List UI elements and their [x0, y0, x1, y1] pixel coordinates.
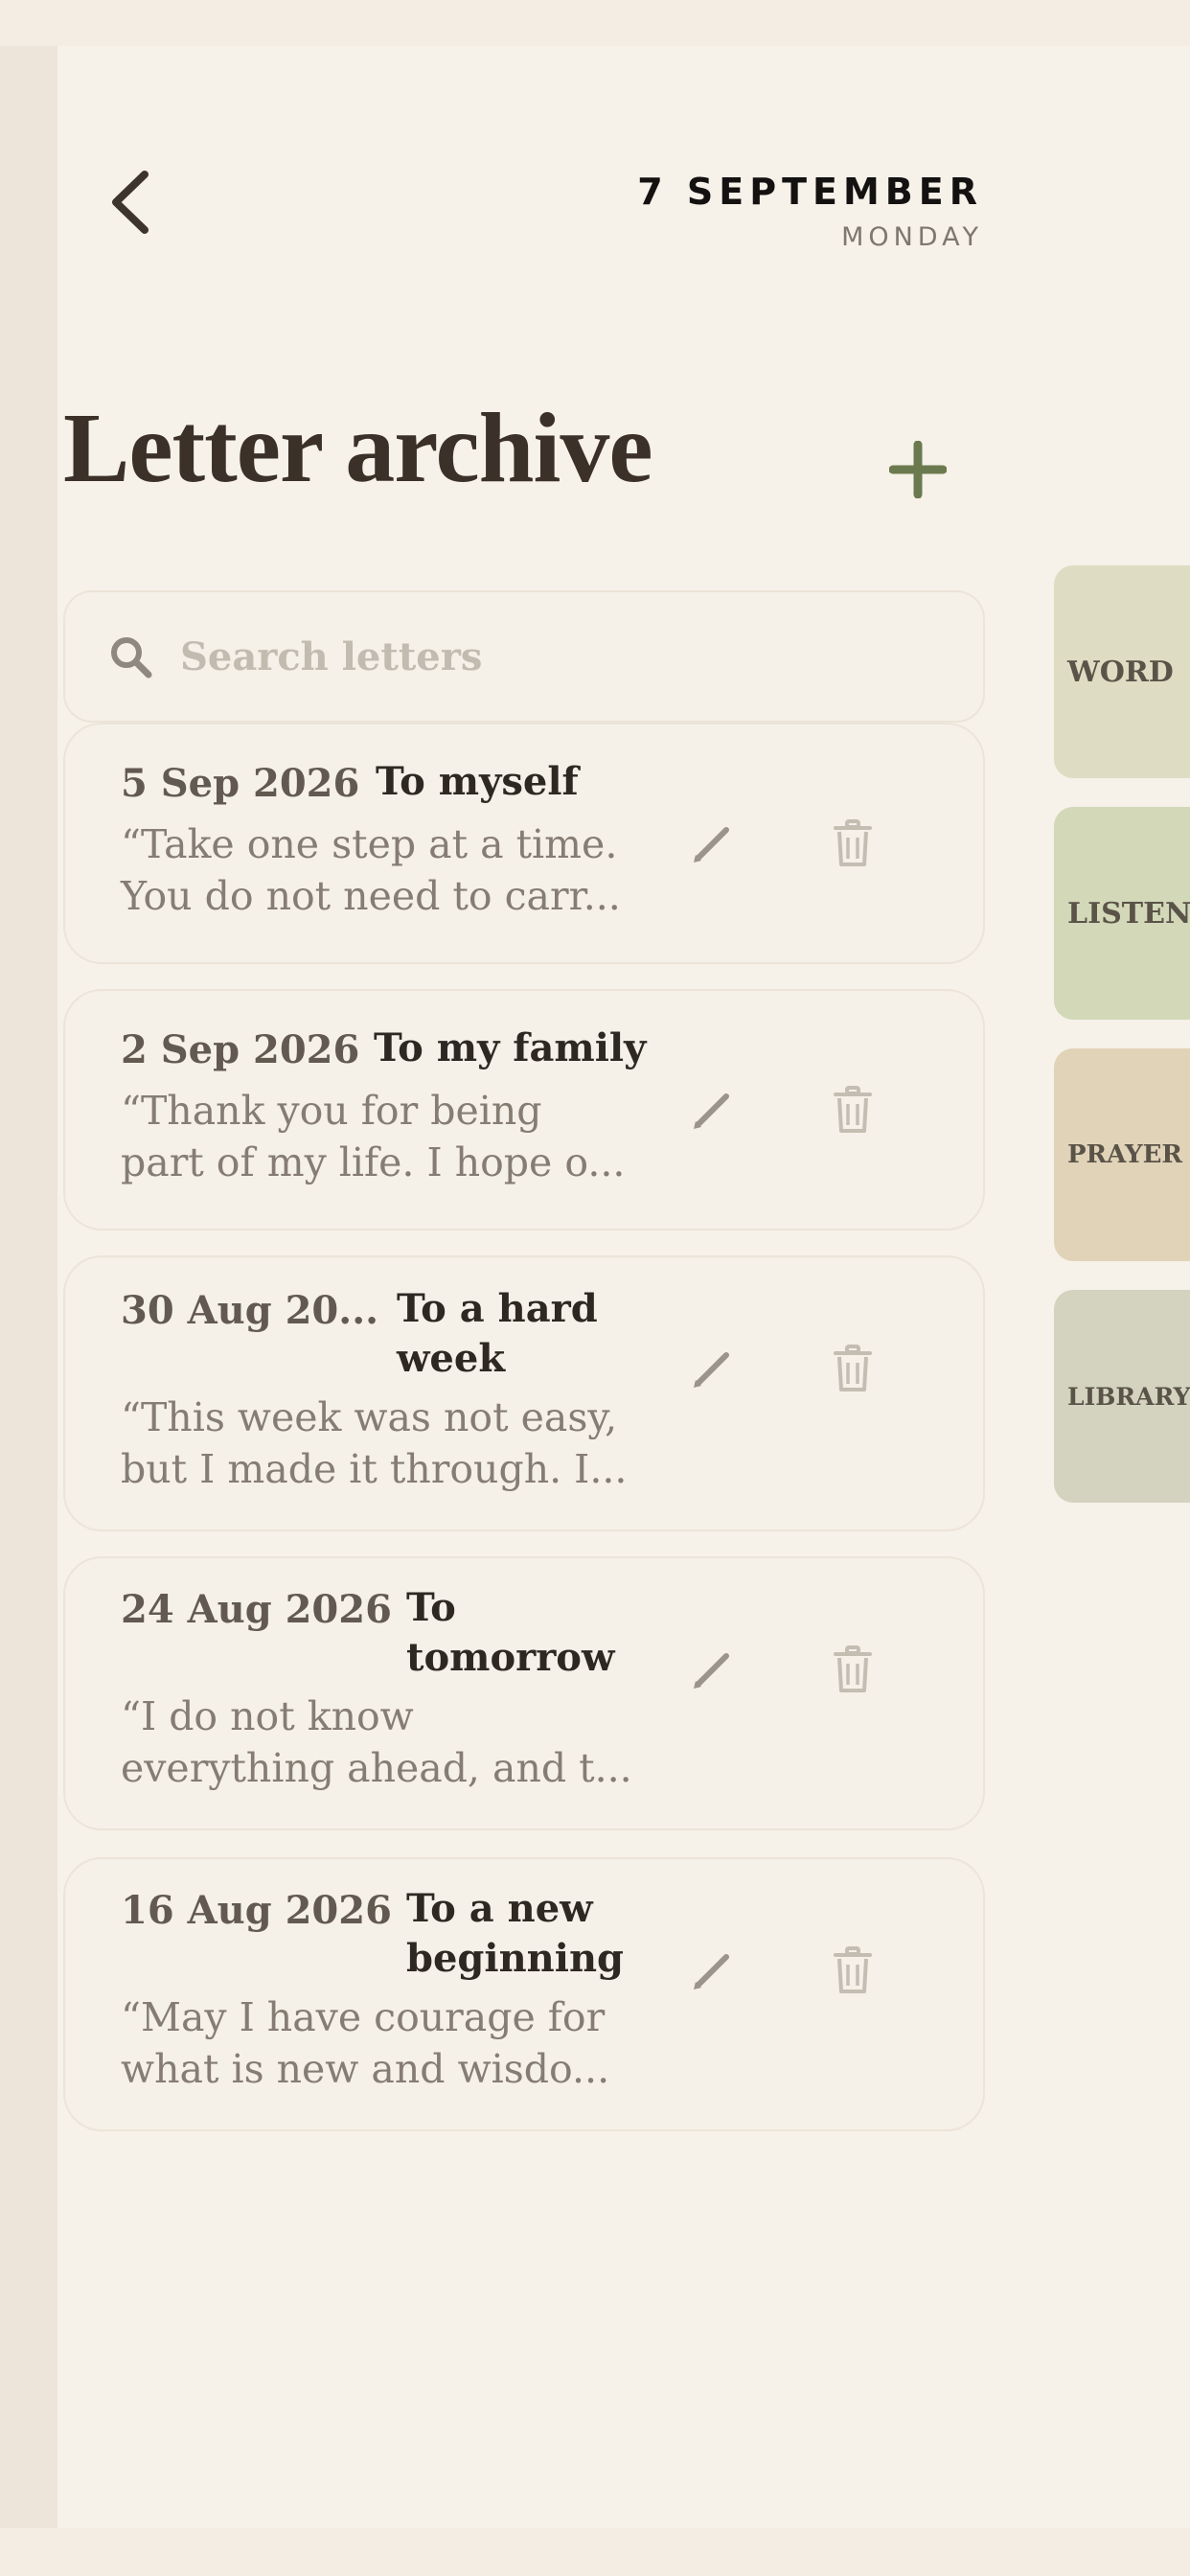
trash-icon — [834, 1645, 872, 1692]
letter-date: 5 Sep 2026 — [121, 761, 360, 806]
letter-title: To a new beginning — [406, 1884, 624, 1984]
search-icon — [111, 637, 152, 678]
letter-title: To my family — [374, 1025, 647, 1070]
edit-button[interactable] — [678, 1635, 747, 1704]
tab-label: WORD — [1067, 655, 1174, 689]
excerpt-line: what is new and wisdo... — [121, 2046, 610, 2092]
excerpt-line: “This week was not easy, — [121, 1394, 618, 1440]
tab-listen[interactable]: LISTEN — [1054, 807, 1190, 1020]
pencil-icon — [694, 827, 729, 862]
excerpt-line: part of my life. I hope o... — [121, 1139, 626, 1185]
excerpt-line: everything ahead, and t... — [121, 1745, 632, 1791]
plus-icon — [889, 441, 947, 498]
letter-title: To myself — [376, 759, 579, 804]
delete-button[interactable] — [818, 1075, 887, 1144]
trash-icon — [834, 1086, 872, 1133]
letter-excerpt: “I do not know everything ahead, and t..… — [121, 1690, 696, 1794]
tab-library[interactable]: LIBRARY — [1054, 1290, 1190, 1503]
edit-button[interactable] — [678, 1936, 747, 2005]
delete-button[interactable] — [818, 1936, 887, 2005]
page: 7 SEPTEMBER MONDAY Letter archive 5 Sep … — [0, 46, 1190, 2528]
letter-title: To tomorrow — [406, 1583, 614, 1683]
tab-label: LISTEN — [1067, 896, 1190, 931]
letter-card[interactable]: 24 Aug 2026 To tomorrow “I do not know e… — [63, 1556, 985, 1830]
letter-date: 24 Aug 2026 — [121, 1587, 392, 1632]
chevron-left-icon — [112, 171, 149, 234]
search-bar[interactable] — [63, 590, 985, 723]
excerpt-line: “May I have courage for — [121, 1994, 606, 2040]
letter-excerpt: “Take one step at a time. You do not nee… — [121, 818, 696, 922]
edit-button[interactable] — [678, 1075, 747, 1144]
excerpt-line: You do not need to carr... — [121, 873, 621, 919]
excerpt-line: “Take one step at a time. — [121, 821, 618, 867]
title-line: To — [406, 1585, 456, 1630]
delete-button[interactable] — [818, 1635, 887, 1704]
excerpt-line: “Thank you for being — [121, 1088, 542, 1134]
delete-button[interactable] — [818, 1334, 887, 1403]
letter-excerpt: “This week was not easy, but I made it t… — [121, 1392, 696, 1495]
pencil-icon — [694, 1954, 729, 1990]
trash-icon — [834, 819, 872, 866]
delete-button[interactable] — [818, 809, 887, 878]
tab-label: PRAYER — [1067, 1140, 1183, 1169]
title-line: week — [397, 1336, 506, 1381]
letter-excerpt: “May I have courage for what is new and … — [121, 1991, 696, 2095]
date-label: 7 SEPTEMBER — [637, 171, 983, 213]
letter-card[interactable]: 2 Sep 2026 To my family “Thank you for b… — [63, 989, 985, 1230]
letter-excerpt: “Thank you for being part of my life. I … — [121, 1085, 696, 1188]
letter-date: 16 Aug 2026 — [121, 1888, 392, 1933]
weekday-label: MONDAY — [841, 222, 983, 252]
letter-date: 2 Sep 2026 — [121, 1027, 360, 1072]
excerpt-line: but I made it through. I... — [121, 1446, 628, 1492]
letter-card[interactable]: 30 Aug 20... To a hard week “This week w… — [63, 1255, 985, 1531]
letter-title: To a hard week — [397, 1284, 598, 1384]
title-line: tomorrow — [406, 1635, 615, 1680]
edit-button[interactable] — [678, 1334, 747, 1403]
letter-card[interactable]: 5 Sep 2026 To myself “Take one step at a… — [63, 723, 985, 964]
pencil-icon — [694, 1352, 729, 1388]
title-line: To a hard — [397, 1286, 598, 1331]
tab-word[interactable]: WORD — [1054, 565, 1190, 778]
pencil-icon — [694, 1093, 729, 1129]
trash-icon — [834, 1946, 872, 1993]
tab-label: LIBRARY — [1067, 1382, 1190, 1411]
pencil-icon — [694, 1653, 729, 1689]
trash-icon — [834, 1345, 872, 1392]
add-letter-button[interactable] — [878, 429, 958, 510]
edit-button[interactable] — [678, 809, 747, 878]
letter-card[interactable]: 16 Aug 2026 To a new beginning “May I ha… — [63, 1857, 985, 2131]
back-button[interactable] — [96, 159, 163, 245]
page-title: Letter archive — [63, 393, 653, 503]
date-display: 7 SEPTEMBER MONDAY — [637, 171, 983, 252]
excerpt-line: “I do not know — [121, 1693, 414, 1739]
search-input[interactable] — [178, 632, 910, 680]
tab-prayer[interactable]: PRAYER — [1054, 1048, 1190, 1261]
title-line: To a new — [406, 1886, 593, 1931]
title-line: beginning — [406, 1936, 624, 1981]
page-edge — [0, 46, 57, 2528]
letter-date: 30 Aug 20... — [121, 1288, 379, 1333]
